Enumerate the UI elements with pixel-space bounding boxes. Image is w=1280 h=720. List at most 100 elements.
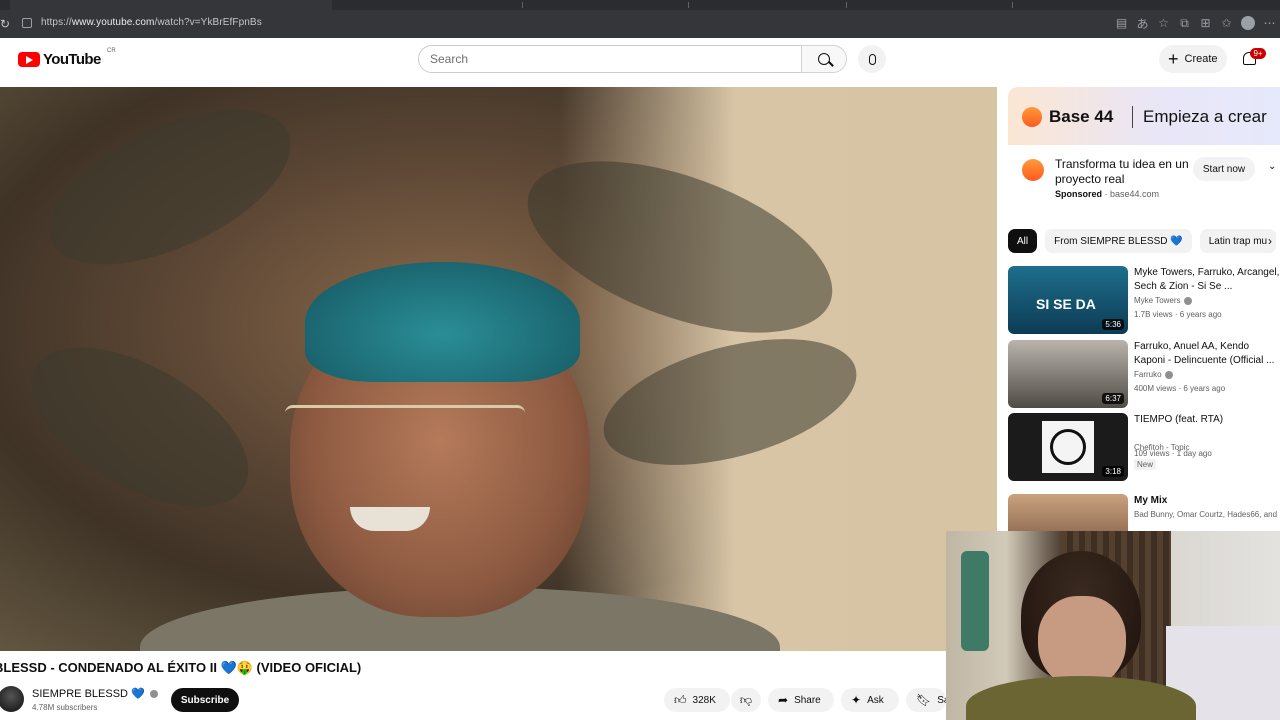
clock-icon [1050, 429, 1086, 465]
channel-name: Bad Bunny, Omar Courtz, Hades66, and [1134, 510, 1278, 519]
reader-mode-icon[interactable]: ▤ [1111, 14, 1132, 32]
subscribe-button[interactable]: Subscribe [171, 688, 239, 712]
start-now-button[interactable]: Start now [1193, 157, 1255, 181]
sponsored-ad[interactable]: Base 44 Empieza a crear Transforma tu id… [1008, 87, 1280, 211]
list-item[interactable]: My Mix Bad Bunny, Omar Courtz, Hades66, … [1008, 494, 1280, 532]
share-icon: ➦ [778, 693, 789, 707]
tab-strip [0, 0, 1280, 10]
video-frame-foliage [26, 87, 314, 297]
thumbs-up-icon: 👍︎ [674, 692, 687, 707]
sparkle-icon: ✦ [851, 693, 862, 707]
ad-sponsored-line: Sponsored · base44.com [1055, 189, 1160, 199]
ask-label: Ask [867, 694, 884, 706]
video-player[interactable] [0, 87, 997, 651]
tab-separator [688, 2, 689, 8]
chevron-down-icon[interactable]: ⌄ [1268, 161, 1276, 172]
share-button[interactable]: ➦ Share [768, 688, 834, 712]
list-item[interactable]: 3:18 TIEMPO (feat. RTA) Chefitoh - Topic… [1008, 413, 1280, 481]
address-bar[interactable]: ↻ https://www.youtube.com/watch?v=YkBrEf… [0, 10, 1280, 38]
search-input[interactable]: Search [418, 45, 802, 73]
new-badge: New [1134, 459, 1157, 470]
site-info-icon[interactable] [22, 18, 32, 28]
ask-button[interactable]: ✦ Ask [841, 688, 899, 712]
logo-text: YouTube [43, 51, 101, 68]
more-options-icon[interactable]: ⋯ [1259, 14, 1280, 32]
extensions-icon[interactable]: ⧉ [1174, 14, 1195, 32]
album-art [1042, 421, 1094, 473]
webcam-overlay [946, 531, 1280, 720]
advertiser-avatar-icon [1022, 159, 1044, 181]
save-label: Save [937, 694, 946, 706]
url-prefix: https:// [41, 17, 72, 28]
save-button[interactable]: 🔖︎ Save [906, 688, 946, 712]
channel-name[interactable]: SIEMPRE BLESSD 💙 [32, 688, 145, 700]
active-tab[interactable] [10, 0, 332, 10]
ad-brand: Base 44 [1049, 107, 1114, 126]
channel-name[interactable]: Farruko [1134, 370, 1162, 379]
favorites-icon[interactable]: ✩ [1216, 14, 1237, 32]
split-screen-icon[interactable]: ⊞ [1195, 14, 1216, 32]
chip-from-channel[interactable]: From SIEMPRE BLESSD 💙 [1045, 229, 1192, 253]
url-host: www.youtube.com [71, 17, 155, 28]
notification-badge: 9+ [1250, 48, 1266, 59]
ad-divider [1132, 106, 1133, 128]
mix-thumbnail[interactable] [1008, 494, 1128, 532]
video-meta: 109 views · 1 day ago [1134, 449, 1212, 458]
channel-line: Myke Towers [1134, 296, 1192, 305]
url-path: /watch?v=YkBrEfFpnBs [154, 17, 262, 28]
video-thumbnail[interactable]: 3:18 [1008, 413, 1128, 481]
video-meta: 1.7B views · 6 years ago [1134, 310, 1222, 319]
share-label: Share [794, 694, 821, 706]
youtube-logo[interactable]: YouTube CR [18, 48, 116, 68]
video-title-heading: BLESSD - CONDENADO AL ÉXITO II 💙🤑 (VIDEO… [0, 660, 362, 675]
create-label: Create [1184, 53, 1218, 65]
ad-banner[interactable]: Base 44 Empieza a crear [1008, 87, 1280, 145]
webcam-person-face [1038, 596, 1126, 688]
thumbs-down-icon: 👎︎ [739, 692, 753, 707]
browser-toolbar-icons: ▤ あ ☆ ⧉ ⊞ ✩ ⋯ [1111, 14, 1280, 32]
video-thumbnail[interactable]: 6:37 [1008, 340, 1128, 408]
create-button[interactable]: + Create [1159, 45, 1227, 73]
video-frame-sunglasses [285, 405, 525, 447]
dislike-button[interactable]: 👎︎ [731, 688, 761, 712]
bookmark-icon: 🔖︎ [916, 693, 932, 707]
video-frame-person-hair [305, 262, 580, 382]
duration-badge: 3:18 [1102, 466, 1124, 477]
video-title[interactable]: Farruko, Anuel AA, Kendo Kaponi - Delinc… [1134, 340, 1280, 368]
like-button[interactable]: 👍︎ 328K [664, 688, 730, 712]
voice-search-button[interactable] [858, 45, 886, 73]
reload-icon[interactable]: ↻ [0, 17, 10, 31]
browser-chrome: ↻ https://www.youtube.com/watch?v=YkBrEf… [0, 0, 1280, 38]
recommendation-chips: All From SIEMPRE BLESSD 💙 Latin trap mu [1008, 229, 1280, 253]
ad-tagline: Empieza a crear [1143, 107, 1267, 126]
video-thumbnail[interactable]: SI SE DA 5:36 [1008, 266, 1128, 334]
youtube-play-icon [18, 52, 40, 67]
channel-name-line: SIEMPRE BLESSD 💙 [32, 687, 158, 700]
tab-separator [522, 2, 523, 8]
duration-badge: 6:37 [1102, 393, 1124, 404]
chip-all[interactable]: All [1008, 229, 1038, 253]
plus-icon: + [1168, 49, 1179, 69]
list-item[interactable]: 6:37 Farruko, Anuel AA, Kendo Kaponi - D… [1008, 340, 1280, 408]
webcam-towel [961, 551, 989, 651]
chevron-right-icon[interactable]: › [1268, 234, 1272, 248]
chip-latin-trap[interactable]: Latin trap mu [1199, 229, 1277, 253]
tab-separator [846, 2, 847, 8]
video-frame-foliage [6, 315, 274, 539]
thumbnail-text: SI SE DA [1036, 296, 1096, 312]
youtube-header: YouTube CR Search + Create 9+ [0, 38, 1280, 86]
profile-icon[interactable] [1241, 16, 1255, 30]
url-text[interactable]: https://www.youtube.com/watch?v=YkBrEfFp… [41, 17, 262, 28]
channel-name[interactable]: Myke Towers [1134, 296, 1181, 305]
search-button[interactable] [801, 45, 847, 73]
microphone-icon [868, 53, 876, 65]
list-item[interactable]: SI SE DA 5:36 Myke Towers, Farruko, Arca… [1008, 266, 1280, 334]
video-title[interactable]: Myke Towers, Farruko, Arcangel, Sech & Z… [1134, 266, 1280, 294]
channel-line: Farruko [1134, 370, 1173, 379]
favorite-add-icon[interactable]: ☆ [1153, 14, 1174, 32]
video-title[interactable]: TIEMPO (feat. RTA) [1134, 413, 1280, 441]
ad-title[interactable]: Transforma tu idea en un proyecto real [1055, 157, 1205, 187]
translate-icon[interactable]: あ [1132, 14, 1153, 32]
channel-avatar[interactable] [0, 686, 24, 712]
verified-icon [1164, 370, 1173, 379]
